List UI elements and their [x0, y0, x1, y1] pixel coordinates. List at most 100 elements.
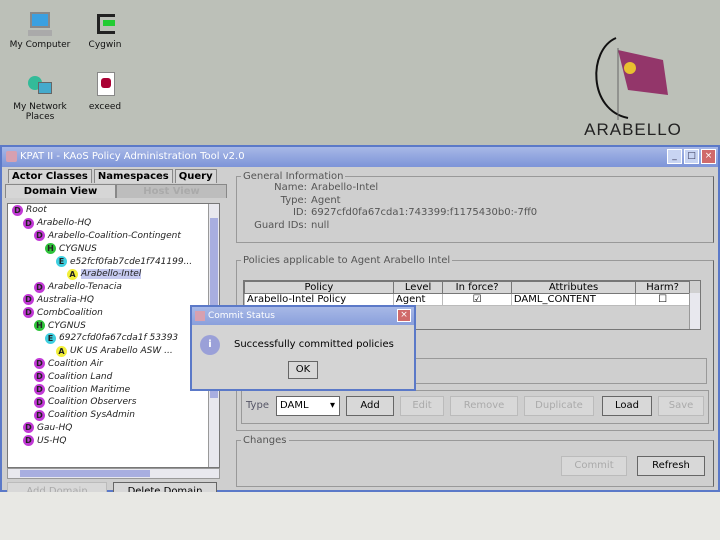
desktop-icon-cygwin[interactable]: Cygwin [70, 10, 140, 50]
ok-button[interactable]: OK [288, 361, 318, 379]
tree-node[interactable]: D Gau-HQ [8, 422, 219, 435]
col-attributes[interactable]: Attributes [510, 281, 637, 294]
node-type-D-icon: D [12, 204, 23, 216]
harm-checkbox[interactable]: ☐ [635, 293, 690, 306]
attributes-cell: DAML_CONTENT [510, 293, 637, 306]
col-harm[interactable]: Harm? [635, 281, 690, 294]
tree-node[interactable]: H CYGNUS [8, 319, 219, 332]
tree-node[interactable]: D Root [8, 204, 219, 217]
load-button[interactable]: Load [602, 396, 652, 416]
tree-node[interactable]: D Coalition Observers [8, 396, 219, 409]
node-type-D-icon: D [23, 422, 34, 434]
tree-node[interactable]: A UK US Arabello ASW ... [8, 345, 219, 358]
icon-label: My Network Places [13, 102, 67, 122]
tree-node-label: Gau-HQ [37, 422, 73, 433]
dialog-title: Commit Status [208, 311, 275, 321]
commit-button[interactable]: Commit [561, 456, 627, 476]
tab-host-view[interactable]: Host View [116, 184, 227, 198]
node-type-E-icon: E [56, 256, 67, 268]
tree-node[interactable]: E 6927cfd0fa67cda1f 53393 [8, 332, 219, 345]
name-label: Name: [274, 182, 307, 193]
tree-node-label: Arabello-HQ [37, 218, 92, 229]
save-button[interactable]: Save [658, 396, 704, 416]
domain-tree[interactable]: D Root D Arabello-HQ D Arabello-Coalition-Con… [7, 203, 220, 468]
tree-node[interactable]: D Coalition Air [8, 358, 219, 371]
policy-toolbar: Type DAML ▾ Add Edit Remove Duplicate Loa… [241, 390, 709, 424]
policies-legend: Policies applicable to Agent Arabello In… [243, 255, 451, 266]
tree-node-label: Arabello-Intel [81, 269, 142, 280]
tree-node-label: US-HQ [37, 435, 67, 446]
tree-node-label: Coalition Land [48, 371, 113, 382]
type-label: Type [246, 400, 269, 411]
node-type-A-icon: A [67, 268, 78, 280]
node-type-D-icon: D [34, 409, 45, 421]
node-type-D-icon: D [34, 281, 45, 293]
tree-node[interactable]: Ee52fcf0fab7cde1f741199... [8, 255, 219, 268]
cygwin-icon [91, 10, 119, 38]
title-bar[interactable]: KPAT II - KAoS Policy Administration Too… [2, 147, 718, 167]
table-row[interactable]: Arabello-Intel Policy Agent ☑ DAML_CONTENT ☐ [244, 293, 690, 306]
tree-node[interactable]: D Arabello-Coalition-Contingent [8, 230, 219, 243]
tab-actor-classes[interactable]: Actor Classes [8, 169, 92, 183]
desktop-icon-my-computer[interactable]: My Computer [5, 10, 75, 50]
type-select[interactable]: DAML ▾ [276, 396, 340, 416]
col-level[interactable]: Level [392, 281, 444, 294]
java-icon [6, 151, 17, 162]
desktop-icon-exceed[interactable]: exceed [70, 72, 140, 112]
refresh-button[interactable]: Refresh [637, 456, 705, 476]
general-legend: General Information [243, 171, 344, 182]
tree-node[interactable]: A Arabello-Intel [8, 268, 219, 281]
tree-node-label: 6927cfd0fa67cda1f 53393 [59, 333, 179, 344]
id-value: 6927cfd0fa67cda1:743399:f1175430b0:-7ff0 [311, 207, 538, 218]
col-policy[interactable]: Policy [244, 281, 394, 294]
tree-node-label: Arabello-Coalition-Contingent [48, 230, 181, 241]
tab-query[interactable]: Query [174, 169, 217, 183]
in-force-checkbox[interactable]: ☑ [442, 293, 512, 306]
tab-namespaces[interactable]: Namespaces [93, 169, 173, 183]
tree-node[interactable]: D CombCoalition [8, 306, 219, 319]
dialog-close-button[interactable]: × [397, 309, 411, 322]
tree-node[interactable]: D Coalition SysAdmin [8, 409, 219, 422]
desktop-icon-network[interactable]: My Network Places [5, 72, 75, 122]
changes-legend: Changes [243, 435, 287, 446]
node-type-D-icon: D [34, 230, 45, 242]
tree-node-label: Coalition Observers [48, 397, 137, 408]
commit-status-dialog: Commit Status × i Successfully committed … [190, 305, 416, 391]
tree-node[interactable]: D Arabello-HQ [8, 217, 219, 230]
name-value: Arabello-Intel [311, 182, 379, 193]
icon-label: exceed [88, 102, 122, 112]
tree-node[interactable]: D Coalition Maritime [8, 383, 219, 396]
add-button[interactable]: Add [346, 396, 394, 416]
tree-node[interactable]: D Coalition Land [8, 370, 219, 383]
guard-value: null [311, 219, 330, 231]
tree-node[interactable]: D US-HQ [8, 434, 219, 447]
edit-button[interactable]: Edit [400, 396, 444, 416]
info-icon: i [200, 335, 220, 355]
remove-button[interactable]: Remove [450, 396, 518, 416]
window-title: KPAT II - KAoS Policy Administration Too… [20, 151, 245, 162]
tree-node[interactable]: D Arabello-Tenacia [8, 281, 219, 294]
taskbar-area [0, 492, 720, 540]
tree-node-label: CYGNUS [48, 320, 86, 331]
close-button[interactable]: × [701, 149, 716, 164]
node-type-E-icon: E [45, 332, 56, 344]
duplicate-button[interactable]: Duplicate [524, 396, 594, 416]
tree-node[interactable]: H CYGNUS [8, 242, 219, 255]
tree-node[interactable]: D Australia-HQ [8, 294, 219, 307]
chevron-down-icon: ▾ [329, 400, 335, 411]
tree-node-label: Arabello-Tenacia [48, 282, 122, 293]
node-type-D-icon: D [23, 307, 34, 319]
dialog-title-bar[interactable]: Commit Status × [192, 307, 414, 325]
table-scrollbar[interactable] [689, 293, 700, 329]
icon-label: Cygwin [88, 40, 122, 50]
logo-text: ARABELLO [584, 120, 682, 139]
col-in-force[interactable]: In force? [442, 281, 512, 294]
maximize-button[interactable]: □ [684, 149, 699, 164]
minimize-button[interactable]: _ [667, 149, 682, 164]
tree-node-label: CombCoalition [37, 307, 103, 318]
tab-domain-view[interactable]: Domain View [5, 184, 116, 198]
node-type-D-icon: D [23, 435, 34, 447]
tree-node-label: Root [26, 205, 47, 216]
horizontal-scrollbar[interactable] [7, 468, 220, 479]
node-type-D-icon: D [34, 384, 45, 396]
